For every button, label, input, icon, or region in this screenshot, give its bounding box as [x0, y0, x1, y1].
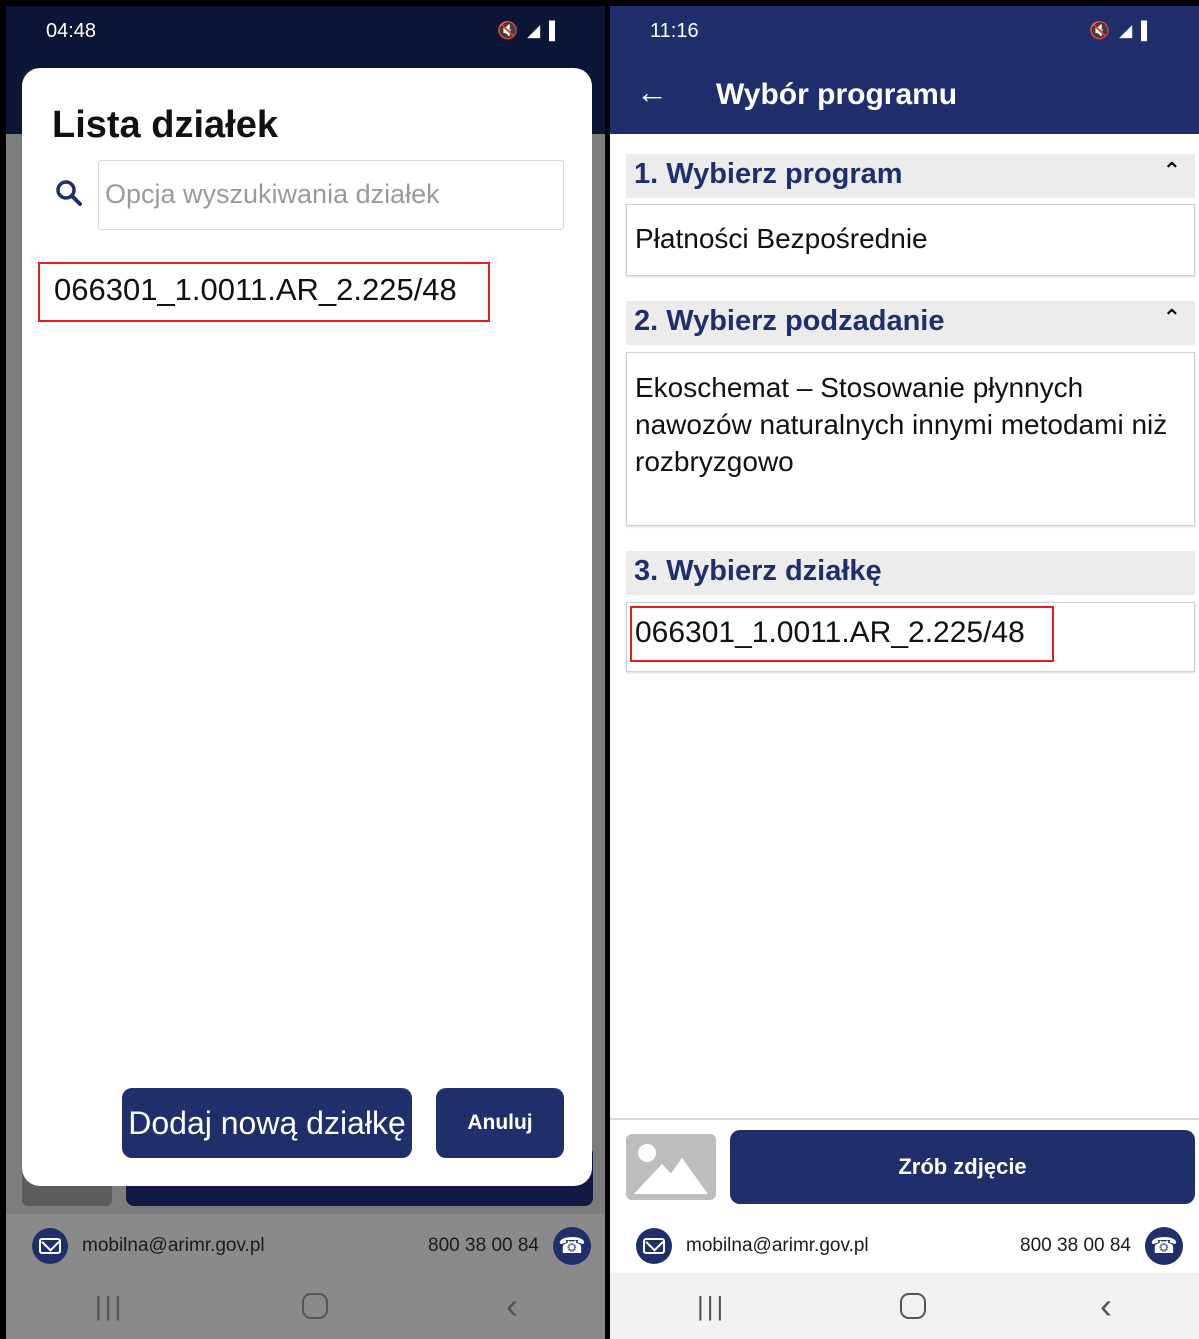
search-input[interactable]: Opcja wyszukiwania działek: [98, 160, 564, 230]
recent-apps-icon[interactable]: |||: [95, 1291, 124, 1322]
status-bar: 11:16 🔇 ◢ ▌: [610, 6, 1199, 56]
status-bar: 04:48 🔇 ◢ ▌: [6, 6, 607, 56]
mail-icon[interactable]: [636, 1228, 672, 1264]
section-subtask-header[interactable]: 2. Wybierz podzadanie ⌃: [626, 301, 1195, 345]
back-nav-icon[interactable]: ‹: [506, 1285, 518, 1327]
status-icons: 🔇 ◢ ▌: [497, 21, 563, 40]
image-placeholder-icon[interactable]: [626, 1134, 716, 1200]
phone-icon[interactable]: ☎: [1145, 1227, 1183, 1265]
android-nav-bar: ||| ‹: [610, 1273, 1199, 1339]
recent-apps-icon[interactable]: |||: [697, 1291, 726, 1322]
chevron-up-icon[interactable]: ⌃: [1163, 158, 1181, 184]
back-nav-icon[interactable]: ‹: [1100, 1285, 1112, 1327]
cancel-button[interactable]: Anuluj: [436, 1088, 564, 1158]
app-bar: ← Wybór programu: [610, 56, 1199, 134]
right-screen: 11:16 🔇 ◢ ▌ ← Wybór programu 1. Wybierz …: [610, 0, 1199, 1339]
plot-list-item[interactable]: 066301_1.0011.AR_2.225/48: [38, 262, 490, 322]
program-field[interactable]: Płatności Bezpośrednie: [626, 204, 1195, 276]
home-icon[interactable]: [302, 1293, 329, 1319]
status-icons: 🔇 ◢ ▌: [1089, 21, 1155, 40]
contact-email[interactable]: mobilna@arimr.gov.pl: [82, 1235, 265, 1257]
divider: [610, 1118, 1199, 1120]
section-program-header[interactable]: 1. Wybierz program ⌃: [626, 154, 1195, 198]
take-photo-button[interactable]: Zrób zdjęcie: [730, 1130, 1195, 1204]
contact-phone[interactable]: 800 38 00 84: [1020, 1235, 1131, 1257]
selected-plot[interactable]: 066301_1.0011.AR_2.225/48: [630, 606, 1054, 662]
contact-email[interactable]: mobilna@arimr.gov.pl: [686, 1235, 869, 1257]
contact-phone[interactable]: 800 38 00 84: [428, 1235, 539, 1257]
section-plot-title: 3. Wybierz działkę: [634, 555, 882, 587]
mail-icon[interactable]: [32, 1228, 68, 1264]
contact-bar: mobilna@arimr.gov.pl 800 38 00 84 ☎: [610, 1214, 1199, 1278]
contact-bar: mobilna@arimr.gov.pl 800 38 00 84 ☎: [6, 1214, 607, 1278]
phone-icon[interactable]: ☎: [553, 1227, 591, 1265]
section-program-title: 1. Wybierz program: [634, 158, 903, 190]
android-nav-bar: ||| ‹: [6, 1273, 607, 1339]
search-icon: [56, 180, 82, 206]
left-screen: 04:48 🔇 ◢ ▌ Lista działek Opcja wyszukiw…: [0, 0, 607, 1339]
section-plot-header: 3. Wybierz działkę: [626, 551, 1195, 595]
dialog-title: Lista działek: [52, 104, 278, 146]
subtask-field[interactable]: Ekoschemat – Stosowanie płynnych nawozów…: [626, 352, 1195, 526]
chevron-up-icon[interactable]: ⌃: [1163, 305, 1181, 331]
status-time: 11:16: [650, 20, 699, 42]
back-arrow-icon[interactable]: ←: [636, 74, 668, 111]
status-time: 04:48: [46, 20, 97, 42]
page-title: Wybór programu: [716, 78, 958, 111]
add-plot-button[interactable]: Dodaj nową działkę: [122, 1088, 412, 1158]
section-subtask-title: 2. Wybierz podzadanie: [634, 305, 945, 337]
home-icon[interactable]: [900, 1293, 927, 1319]
plot-list-dialog: Lista działek Opcja wyszukiwania działek…: [22, 68, 592, 1186]
